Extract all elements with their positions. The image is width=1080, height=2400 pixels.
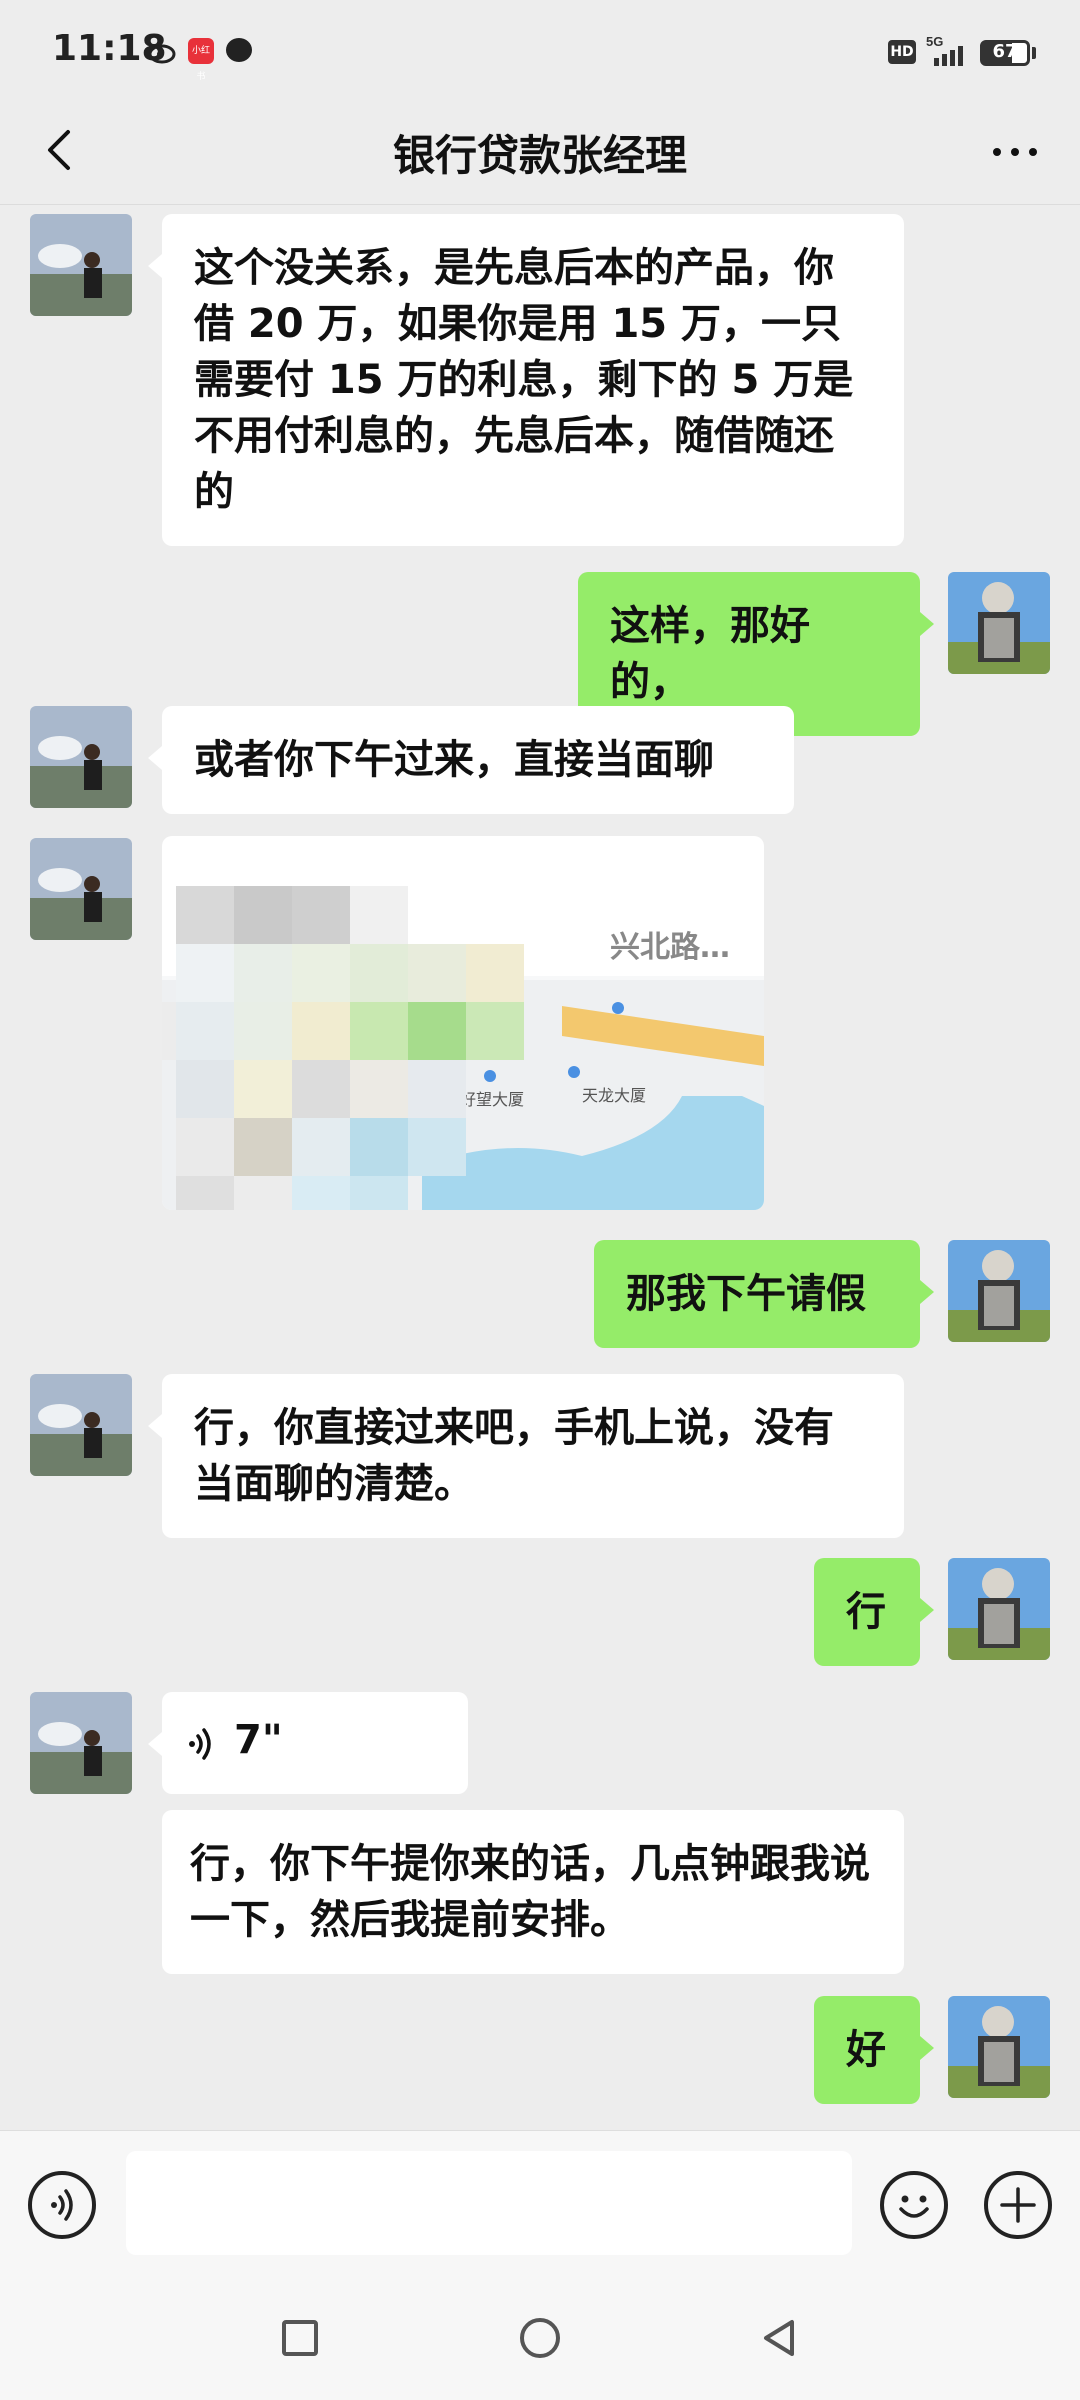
message-bubble-received[interactable]: 行，你直接过来吧，手机上说，没有当面聊的清楚。 — [148, 1374, 904, 1538]
battery-level: 67 — [992, 41, 1018, 62]
message-bubble-received[interactable]: 或者你下午过来，直接当面聊 — [148, 706, 794, 814]
more-button[interactable] — [980, 122, 1050, 182]
weibo-icon — [148, 44, 176, 64]
signal-5g-icon: 5G — [926, 34, 963, 66]
message-bubble-received[interactable]: 这个没关系，是先息后本的产品，你借 20 万，如果你是用 15 万，一只需要付 … — [148, 214, 904, 546]
message-text: 这个没关系，是先息后本的产品，你借 20 万，如果你是用 15 万，一只需要付 … — [194, 245, 854, 515]
contact-avatar[interactable] — [30, 214, 132, 316]
avatar-image — [948, 572, 1050, 674]
voice-duration: 7" — [234, 1717, 283, 1763]
message-input[interactable] — [126, 2151, 852, 2255]
battery-icon: 67 — [980, 40, 1030, 66]
system-navigation-bar — [0, 2280, 1080, 2400]
emoji-button[interactable] — [880, 2171, 948, 2239]
avatar-image — [948, 1240, 1050, 1342]
message-notification-icon — [226, 38, 252, 62]
mosaic-overlay — [162, 886, 598, 1210]
message-text: 行，你下午提你来的话，几点钟跟我说一下，然后我提前安排。 — [190, 1841, 870, 1943]
voice-mode-icon — [51, 2189, 73, 2221]
voice-message-bubble[interactable]: 7" — [148, 1692, 468, 1794]
hd-icon: HD — [888, 40, 916, 64]
network-label: 5G — [926, 34, 943, 49]
voice-wave-icon — [189, 1728, 211, 1760]
triangle-back-icon — [764, 2320, 794, 2356]
avatar-image — [948, 1558, 1050, 1660]
my-avatar[interactable] — [948, 1996, 1050, 2098]
plus-icon — [1000, 2187, 1036, 2223]
message-bubble-received[interactable]: 行，你下午提你来的话，几点钟跟我说一下，然后我提前安排。 — [162, 1810, 904, 1974]
avatar-image — [30, 1692, 132, 1794]
avatar-image — [30, 838, 132, 940]
location-card[interactable]: 兴北路… 好望大厦 天龙大厦 — [162, 836, 764, 1210]
message-text: 行，你直接过来吧，手机上说，没有当面聊的清楚。 — [194, 1405, 834, 1507]
message-text: 好 — [846, 2027, 886, 2073]
emoji-icon — [899, 2195, 929, 2218]
message-text: 这样，那好的， — [610, 603, 810, 705]
my-avatar[interactable] — [948, 1240, 1050, 1342]
location-label: 兴北路… — [610, 930, 730, 965]
message-bubble-sent[interactable]: 好 — [814, 1996, 934, 2104]
message-bubble-sent[interactable]: 那我下午请假 — [594, 1240, 934, 1348]
avatar-image — [30, 706, 132, 808]
chat-title: 银行贷款张经理 — [392, 131, 687, 180]
message-text: 行 — [846, 1589, 886, 1635]
status-bar: 11:18 小红书 HD 5G 67 — [0, 0, 1080, 100]
message-text: 那我下午请假 — [626, 1271, 866, 1317]
contact-avatar[interactable] — [30, 1374, 132, 1476]
chat-header: 银行贷款张经理 — [0, 100, 1080, 205]
input-bar — [0, 2130, 1080, 2280]
contact-avatar[interactable] — [30, 838, 132, 940]
avatar-image — [30, 1374, 132, 1476]
system-back-button[interactable] — [760, 2318, 800, 2358]
plus-button[interactable] — [984, 2171, 1052, 2239]
more-dots-icon — [993, 148, 1037, 156]
home-button[interactable] — [520, 2318, 560, 2358]
message-bubble-sent[interactable]: 行 — [814, 1558, 934, 1666]
my-avatar[interactable] — [948, 572, 1050, 674]
contact-avatar[interactable] — [30, 1692, 132, 1794]
avatar-image — [948, 1996, 1050, 2098]
recent-apps-button[interactable] — [282, 2320, 318, 2356]
app-notification-icon: 小红书 — [188, 38, 214, 82]
contact-avatar[interactable] — [30, 706, 132, 808]
avatar-image — [30, 214, 132, 316]
message-text: 或者你下午过来，直接当面聊 — [194, 737, 714, 783]
voice-mode-button[interactable] — [28, 2171, 96, 2239]
my-avatar[interactable] — [948, 1558, 1050, 1660]
